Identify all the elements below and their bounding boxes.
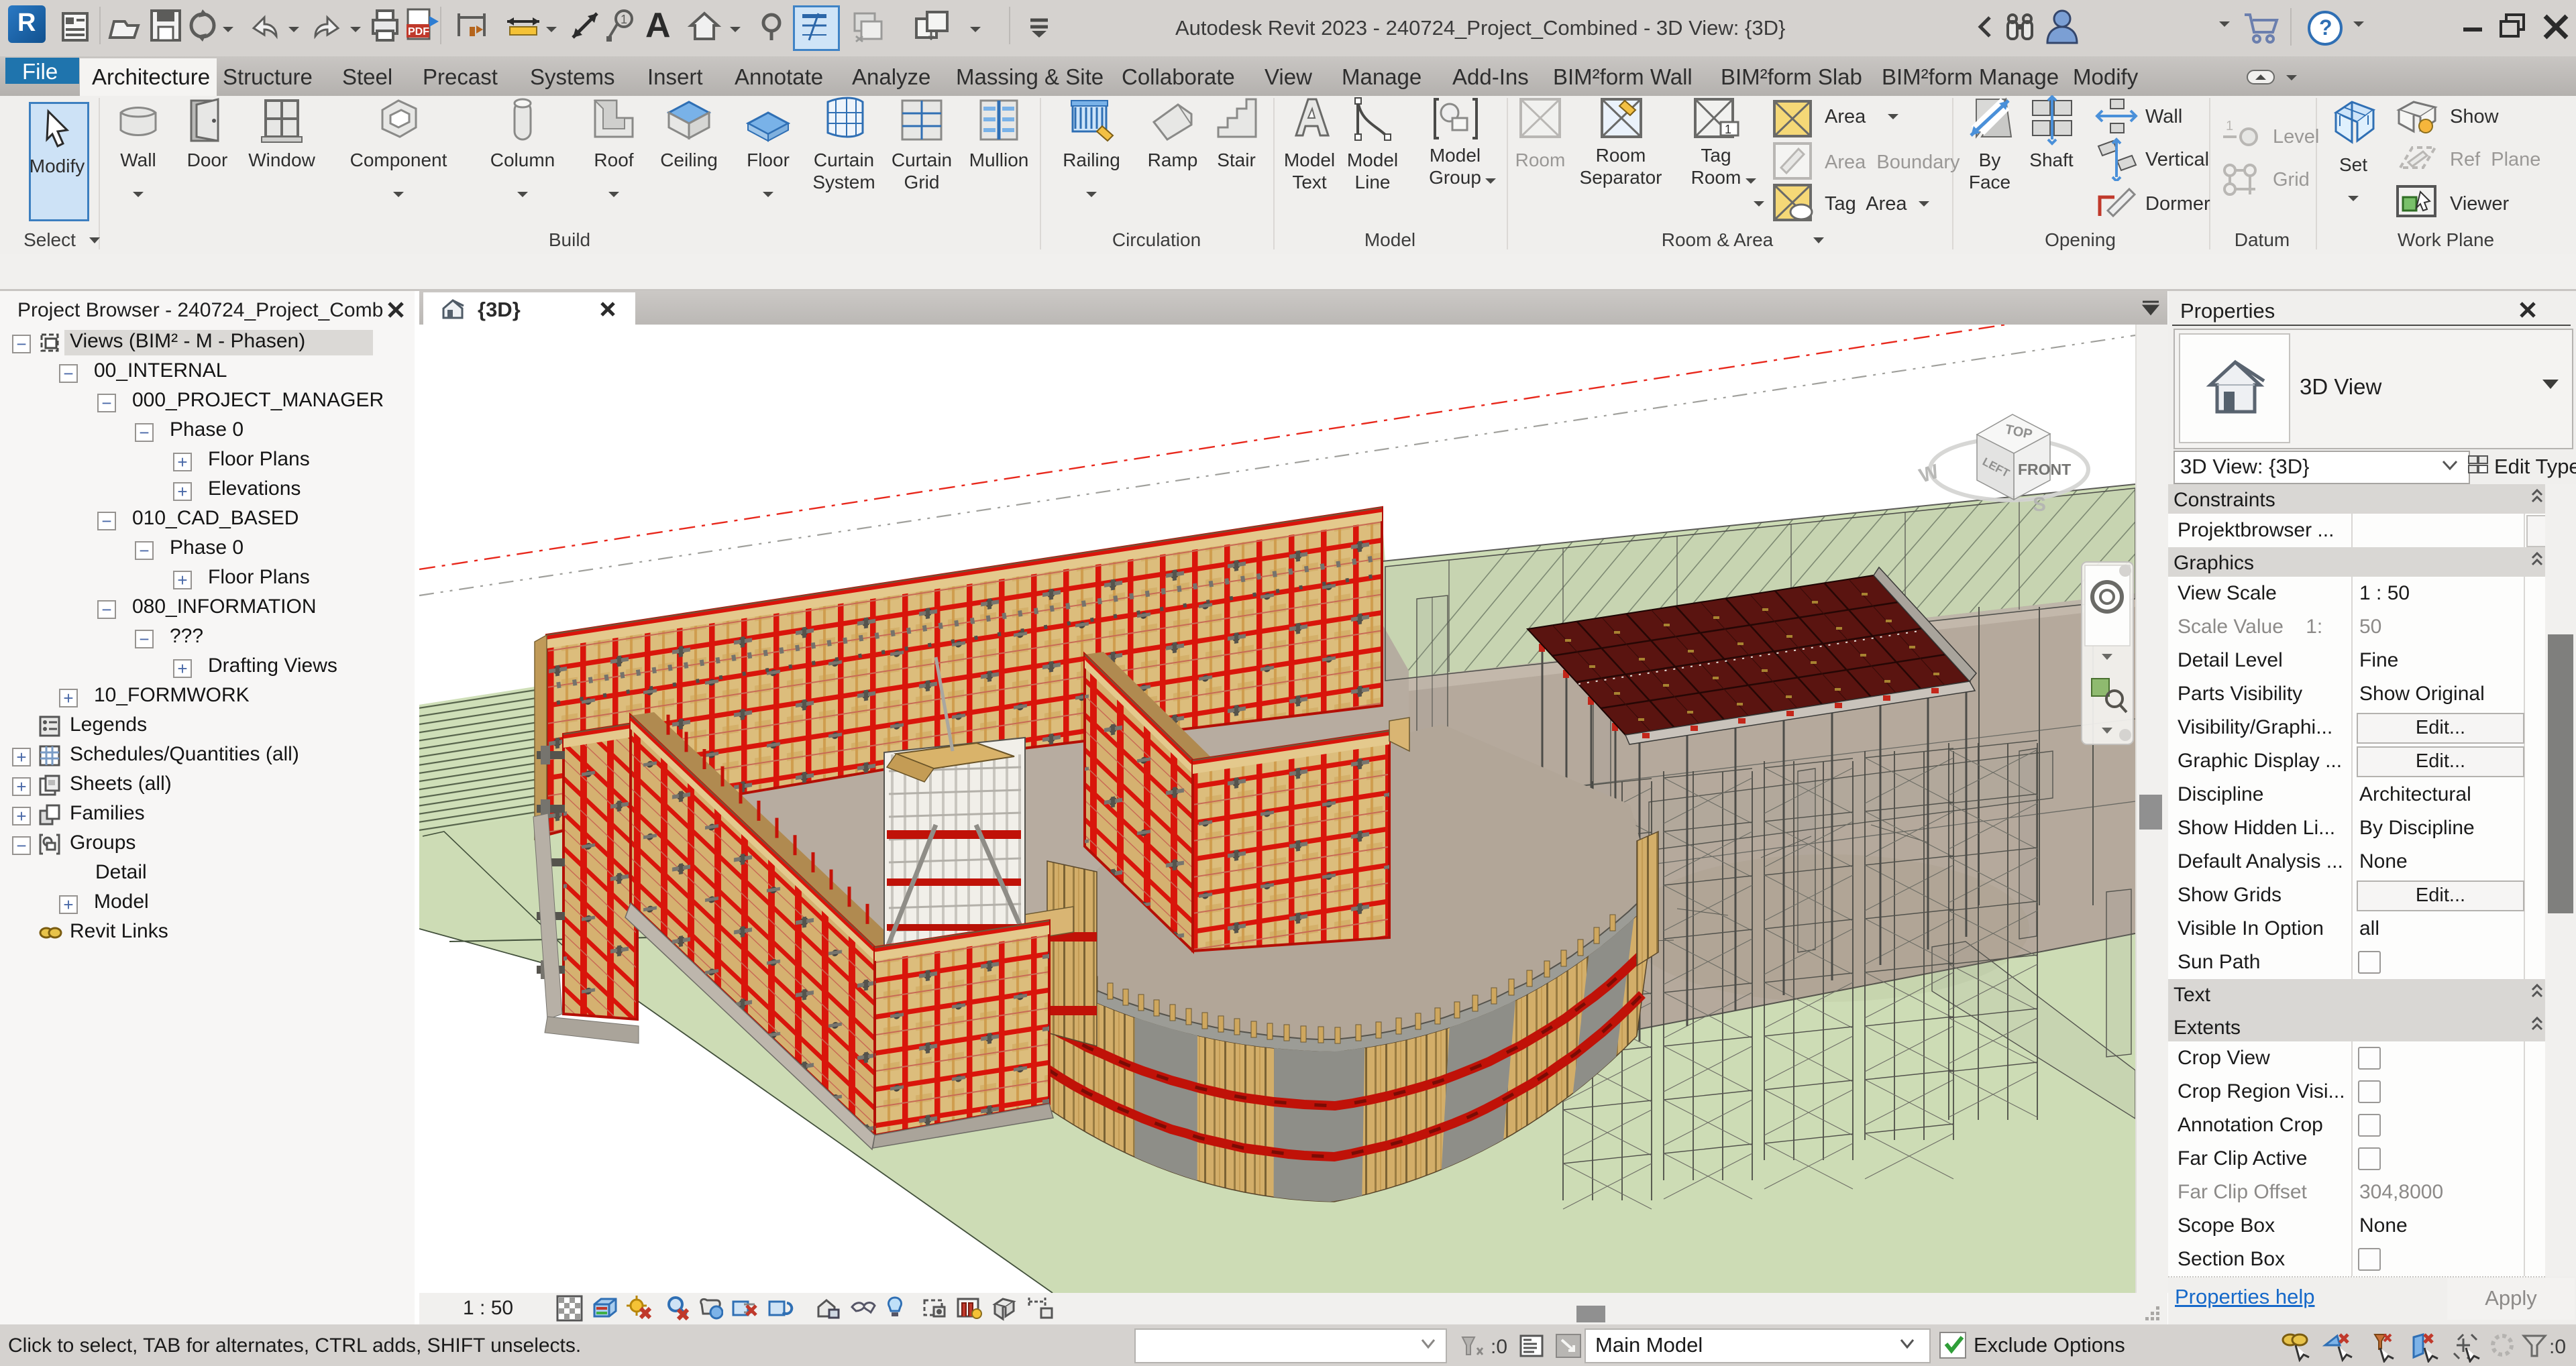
svg-text:S: S [2033, 494, 2046, 516]
svg-text:FRONT: FRONT [2018, 461, 2071, 478]
svg-text:PDF: PDF [408, 26, 429, 38]
svg-text:1: 1 [621, 13, 627, 26]
svg-text:1: 1 [2226, 119, 2233, 133]
svg-text:?: ? [2319, 15, 2332, 40]
svg-text:1: 1 [1725, 123, 1731, 136]
